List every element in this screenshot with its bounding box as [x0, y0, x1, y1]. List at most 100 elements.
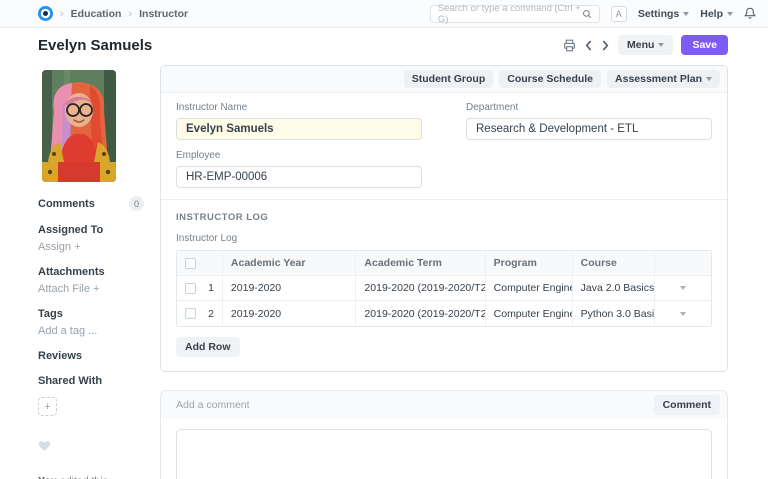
search-icon: [582, 9, 592, 19]
settings-menu[interactable]: Settings: [637, 7, 690, 20]
employee-input[interactable]: HR-EMP-00006: [176, 166, 422, 188]
notifications-bell-icon[interactable]: [744, 7, 756, 20]
instructor-name-field: Instructor Name Evelyn Samuels: [176, 102, 422, 140]
navbar-actions: Search or type a command (Ctrl + G) A Se…: [429, 2, 756, 25]
reviews-label: Reviews: [38, 350, 83, 362]
form-sidebar: Comments 0 Assigned To Assign + Attachme…: [38, 62, 160, 479]
attach-file-button[interactable]: Attach File +: [38, 283, 99, 295]
activity-user: You: [38, 475, 57, 479]
comment-section: Add a comment Comment Ctrl+Enter to add …: [160, 390, 728, 479]
employee-field: Employee HR-EMP-00006: [176, 150, 422, 188]
activity-feed: You edited this a few seconds ago You cr…: [38, 474, 160, 479]
table-row[interactable]: 1 2019-2020 2019-2020 (2019-2020/T2) Com…: [177, 276, 711, 301]
comment-input[interactable]: [176, 429, 712, 479]
activity-entry: You edited this a few seconds ago: [38, 474, 160, 479]
page-head: Evelyn Samuels Menu Save: [0, 28, 768, 62]
instructor-log-grid: Academic Year Academic Term Program Cour…: [176, 250, 712, 327]
help-menu[interactable]: Help: [700, 8, 733, 20]
breadcrumb-separator: ›: [60, 7, 64, 20]
menu-button[interactable]: Menu: [618, 35, 674, 55]
cell-course[interactable]: Java 2.0 Basics: [573, 276, 655, 300]
cell-academic-year[interactable]: 2019-2020: [223, 276, 357, 300]
row-expand-chevron-icon[interactable]: [679, 311, 686, 316]
shared-with-label: Shared With: [38, 375, 103, 387]
breadcrumb-instructor[interactable]: Instructor: [139, 8, 188, 20]
form-main: Student Group Course Schedule Assessment…: [160, 62, 728, 479]
cell-course[interactable]: Python 3.0 Basics: [573, 301, 655, 326]
select-all-checkbox[interactable]: [185, 257, 196, 269]
column-header-course[interactable]: Course: [573, 251, 655, 275]
section-heading: INSTRUCTOR LOG: [176, 212, 269, 223]
sidebar-item-comments[interactable]: Comments 0: [38, 196, 144, 211]
add-tag-input[interactable]: Add a tag ...: [38, 325, 97, 337]
cell-program[interactable]: Computer Engineeri...: [486, 301, 573, 326]
assign-button[interactable]: Assign +: [38, 241, 81, 253]
student-group-button[interactable]: Student Group: [403, 70, 494, 88]
fields-section: Instructor Name Evelyn Samuels Employee …: [161, 93, 727, 199]
instructor-log-section: INSTRUCTOR LOG Instructor Log Academic Y…: [161, 199, 727, 371]
row-index: 1: [208, 282, 214, 294]
activity-action: edited this: [60, 475, 108, 479]
cell-academic-term[interactable]: 2019-2020 (2019-2020/T2): [356, 301, 486, 326]
next-record-chevron-icon[interactable]: [601, 40, 610, 51]
column-header-program[interactable]: Program: [486, 251, 573, 275]
assessment-plan-button[interactable]: Assessment Plan: [607, 70, 720, 88]
chevron-down-icon: [706, 77, 712, 81]
form-card: Student Group Course Schedule Assessment…: [160, 65, 728, 372]
row-expand-chevron-icon[interactable]: [679, 286, 686, 290]
breadcrumb-separator: ›: [128, 7, 133, 20]
assigned-to-label: Assigned To: [38, 224, 104, 236]
content-layout: Comments 0 Assigned To Assign + Attachme…: [0, 62, 768, 479]
department-field: Department Research & Development - ETL: [466, 102, 712, 140]
grid-header-row: Academic Year Academic Term Program Cour…: [177, 251, 711, 276]
global-search-input[interactable]: Search or type a command (Ctrl + G): [429, 2, 600, 25]
comment-button[interactable]: Comment: [653, 395, 720, 415]
instructor-name-label: Instructor Name: [176, 102, 248, 113]
share-add-button[interactable]: +: [38, 397, 57, 416]
department-input[interactable]: Research & Development - ETL: [466, 118, 712, 140]
comments-count-badge: 0: [129, 196, 144, 211]
help-label: Help: [700, 7, 723, 20]
table-row[interactable]: 2 2019-2020 2019-2020 (2019-2020/T2) Com…: [177, 301, 711, 326]
instructor-name-input[interactable]: Evelyn Samuels: [176, 118, 422, 140]
page-title: Evelyn Samuels: [38, 36, 153, 54]
instructor-photo[interactable]: [42, 70, 116, 182]
avatar[interactable]: A: [610, 5, 627, 22]
instructor-log-grid-label: Instructor Log: [176, 233, 238, 244]
course-schedule-button[interactable]: Course Schedule: [499, 70, 602, 88]
cell-academic-year[interactable]: 2019-2020: [223, 301, 357, 326]
breadcrumb: › Education › Instructor: [38, 6, 188, 21]
row-index: 2: [208, 307, 214, 320]
row-checkbox[interactable]: [185, 282, 196, 294]
save-button[interactable]: Save: [681, 35, 728, 55]
breadcrumb-education[interactable]: Education: [71, 8, 122, 20]
column-header-academic-year[interactable]: Academic Year: [223, 251, 357, 275]
department-label: Department: [466, 102, 519, 113]
tags-label: Tags: [38, 308, 63, 320]
row-checkbox[interactable]: [185, 308, 196, 319]
menu-button-label: Menu: [627, 39, 655, 51]
navbar: › Education › Instructor Search or type …: [0, 0, 768, 28]
add-comment-label: Add a comment: [176, 399, 250, 411]
print-icon[interactable]: [563, 39, 576, 52]
add-row-button[interactable]: Add Row: [176, 337, 240, 357]
comment-header: Add a comment Comment: [161, 391, 727, 419]
page-actions: Menu Save: [563, 35, 728, 55]
cell-program[interactable]: Computer Engineeri...: [486, 276, 573, 300]
comments-label: Comments: [38, 197, 95, 210]
assessment-plan-label: Assessment Plan: [615, 73, 702, 85]
chevron-down-icon: [658, 43, 665, 47]
settings-label: Settings: [637, 7, 680, 20]
chevron-down-icon: [727, 11, 733, 16]
form-links-toolbar: Student Group Course Schedule Assessment…: [161, 66, 727, 93]
chevron-down-icon: [683, 11, 690, 16]
like-heart-icon[interactable]: [38, 440, 160, 452]
column-header-actions: [655, 251, 711, 275]
prev-record-chevron-icon[interactable]: [584, 40, 593, 51]
cell-academic-term[interactable]: 2019-2020 (2019-2020/T2): [356, 276, 486, 300]
employee-label: Employee: [176, 150, 221, 161]
column-header-academic-term[interactable]: Academic Term: [356, 251, 486, 275]
app-logo-icon[interactable]: [38, 6, 53, 21]
search-placeholder: Search or type a command (Ctrl + G): [437, 2, 581, 25]
attachments-label: Attachments: [38, 266, 105, 278]
